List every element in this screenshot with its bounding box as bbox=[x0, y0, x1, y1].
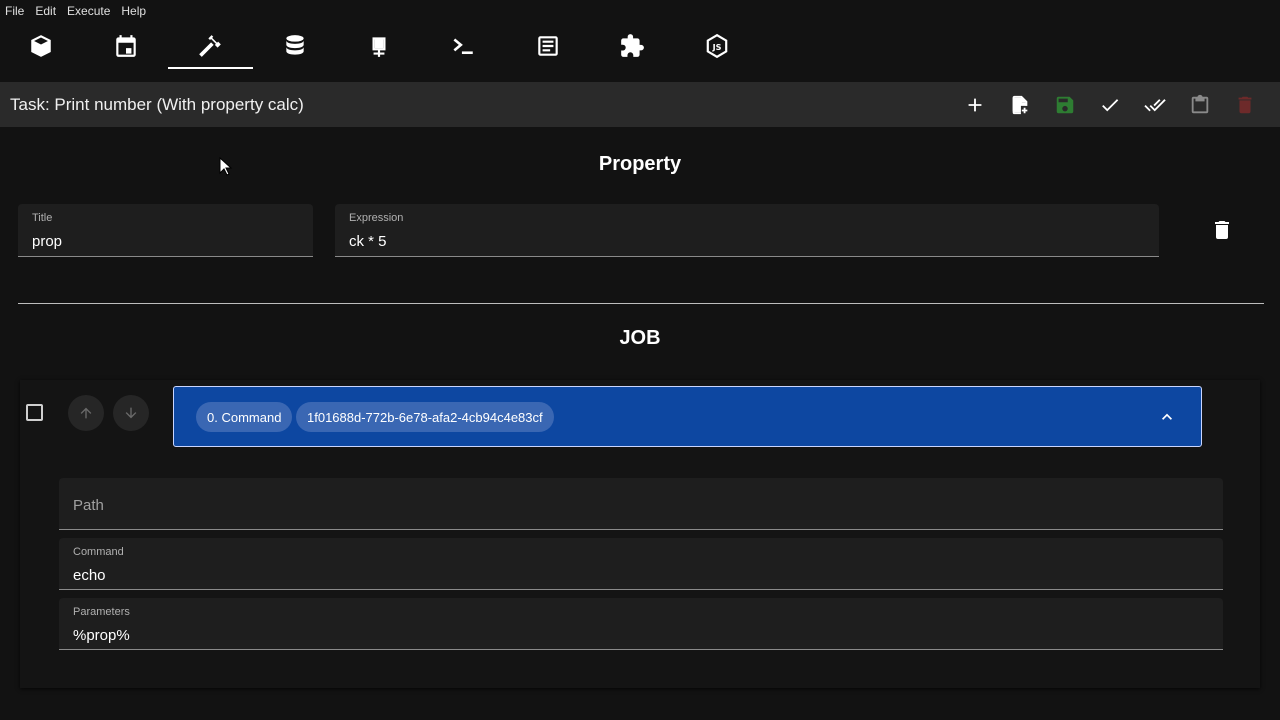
command-field[interactable]: Command echo bbox=[59, 538, 1223, 590]
parameters-field-label: Parameters bbox=[73, 606, 130, 618]
path-field-placeholder: Path bbox=[73, 497, 104, 514]
main-toolbar: JS bbox=[0, 22, 1280, 72]
network-icon[interactable] bbox=[357, 28, 401, 64]
arrow-up-icon bbox=[80, 407, 92, 419]
document-icon[interactable] bbox=[526, 28, 570, 64]
job-heading: JOB bbox=[619, 327, 661, 349]
double-check-icon[interactable] bbox=[1141, 91, 1169, 119]
section-divider bbox=[18, 303, 1264, 304]
id-chip: 1f01688d-772b-6e78-afa2-4cb94c4e83cf bbox=[296, 402, 554, 432]
task-title: Task: Print number (With property calc) bbox=[10, 95, 304, 114]
command-chip: 0. Command bbox=[196, 402, 293, 432]
active-tab-indicator bbox=[168, 67, 253, 69]
menu-execute[interactable]: Execute bbox=[67, 4, 110, 18]
job-select-checkbox[interactable] bbox=[26, 404, 43, 421]
menu-bar: File Edit Execute Help bbox=[0, 0, 1280, 22]
command-field-value[interactable]: echo bbox=[73, 567, 106, 584]
command-field-label: Command bbox=[73, 546, 124, 558]
expression-field-value[interactable]: ck * 5 bbox=[349, 233, 387, 250]
add-icon[interactable] bbox=[961, 91, 989, 119]
save-icon[interactable] bbox=[1051, 91, 1079, 119]
chevron-up-icon[interactable] bbox=[1157, 407, 1177, 427]
delete-property-icon[interactable] bbox=[1210, 218, 1234, 242]
package-icon[interactable] bbox=[19, 28, 63, 64]
arrow-down-icon bbox=[125, 407, 137, 419]
hammer-icon[interactable] bbox=[188, 28, 232, 64]
add-file-icon[interactable] bbox=[1006, 91, 1034, 119]
move-up-button[interactable] bbox=[68, 395, 104, 431]
delete-icon[interactable] bbox=[1231, 91, 1259, 119]
parameters-field-value[interactable]: %prop% bbox=[73, 627, 130, 644]
move-down-button[interactable] bbox=[113, 395, 149, 431]
check-icon[interactable] bbox=[1096, 91, 1124, 119]
puzzle-icon[interactable] bbox=[610, 28, 654, 64]
database-icon[interactable] bbox=[273, 28, 317, 64]
expression-field-label: Expression bbox=[349, 212, 404, 224]
path-field[interactable]: Path bbox=[59, 478, 1223, 530]
menu-help[interactable]: Help bbox=[121, 4, 146, 18]
task-header: Task: Print number (With property calc) bbox=[0, 82, 1280, 127]
title-field-label: Title bbox=[32, 212, 53, 224]
terminal-icon[interactable] bbox=[441, 28, 485, 64]
title-field[interactable]: Title prop bbox=[18, 204, 313, 257]
calendar-icon[interactable] bbox=[104, 28, 148, 64]
nodejs-icon[interactable]: JS bbox=[695, 28, 739, 64]
expression-field[interactable]: Expression ck * 5 bbox=[335, 204, 1159, 257]
menu-file[interactable]: File bbox=[5, 4, 24, 18]
parameters-field[interactable]: Parameters %prop% bbox=[59, 598, 1223, 650]
clipboard-icon[interactable] bbox=[1186, 91, 1214, 119]
title-field-value[interactable]: prop bbox=[32, 233, 62, 250]
property-heading: Property bbox=[598, 153, 682, 175]
menu-edit[interactable]: Edit bbox=[35, 4, 56, 18]
svg-text:JS: JS bbox=[712, 42, 722, 52]
command-accordion-header[interactable]: 0. Command 1f01688d-772b-6e78-afa2-4cb94… bbox=[173, 386, 1202, 447]
